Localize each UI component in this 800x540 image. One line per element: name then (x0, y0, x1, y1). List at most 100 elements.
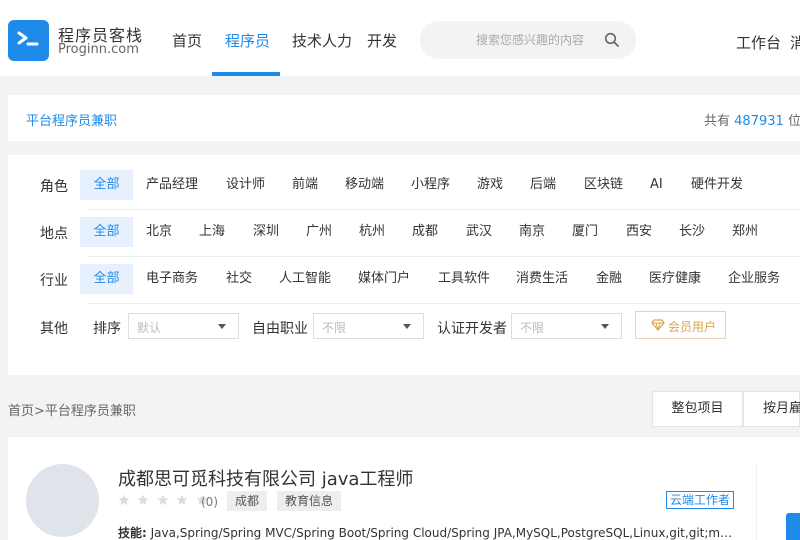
search-icon[interactable] (604, 32, 620, 48)
messages-link[interactable]: 消 (790, 32, 800, 53)
rating-count: (0) (201, 495, 218, 509)
chevron-down-icon (601, 324, 609, 329)
role-option-frontend[interactable]: 前端 (286, 170, 324, 200)
industry-option-tools[interactable]: 工具软件 (432, 264, 496, 294)
industry-option-healthcare[interactable]: 医疗健康 (643, 264, 707, 294)
filter-row-industry: 行业 全部 电子商务 社交 人工智能 媒体门户 工具软件 消费生活 金融 医疗健… (8, 256, 800, 302)
filter-row-location: 地点 全部 北京 上海 深圳 广州 杭州 成都 武汉 南京 厦门 西安 长沙 郑… (8, 209, 800, 255)
breadcrumb-home[interactable]: 首页 (8, 404, 34, 419)
breadcrumb-separator: > (34, 404, 45, 419)
role-option-ai[interactable]: AI (644, 170, 669, 200)
breadcrumb: 首页>平台程序员兼职 (8, 400, 136, 419)
filter-label-other: 其他 (40, 321, 68, 337)
location-option-xian[interactable]: 西安 (620, 217, 658, 247)
role-option-all[interactable]: 全部 (80, 170, 133, 200)
location-option-shenzhen[interactable]: 深圳 (247, 217, 285, 247)
location-option-xiamen[interactable]: 厦门 (566, 217, 604, 247)
role-option-game[interactable]: 游戏 (471, 170, 509, 200)
location-option-shanghai[interactable]: 上海 (193, 217, 231, 247)
chevron-down-icon (403, 324, 411, 329)
tab-package-project[interactable]: 整包项目 (652, 391, 743, 427)
industry-option-ai[interactable]: 人工智能 (273, 264, 337, 294)
star-icon (118, 494, 130, 505)
location-option-beijing[interactable]: 北京 (140, 217, 178, 247)
tab-monthly-hire[interactable]: 按月雇 (743, 391, 800, 427)
role-option-pm[interactable]: 产品经理 (140, 170, 204, 200)
total-suffix: 位 (787, 114, 800, 129)
cloud-worker-badge: 云端工作者 (666, 491, 735, 509)
filter-row-role: 角色 全部 产品经理 设计师 前端 移动端 小程序 游戏 后端 区块链 AI 硬… (8, 162, 800, 208)
location-option-chengdu[interactable]: 成都 (406, 217, 444, 247)
location-option-wuhan[interactable]: 武汉 (460, 217, 498, 247)
sort-label: 排序 (93, 321, 121, 337)
industry-option-media[interactable]: 媒体门户 (352, 264, 416, 294)
certified-select[interactable]: 不限 (511, 313, 622, 339)
freelance-select-value: 不限 (322, 321, 347, 335)
rating-stars (118, 494, 211, 508)
star-icon (137, 494, 149, 505)
location-tag: 成都 (227, 491, 268, 511)
top-header: 程序员客栈 Proginn.com 首页 程序员 技术人力 开发 工作台 消 (0, 0, 800, 76)
industry-option-all[interactable]: 全部 (80, 264, 133, 294)
star-icon (176, 494, 188, 505)
role-option-designer[interactable]: 设计师 (220, 170, 271, 200)
filter-label-location: 地点 (40, 226, 68, 242)
chevron-down-icon (218, 324, 226, 329)
vip-filter-button[interactable]: 会员用户 (635, 311, 726, 339)
filter-label-industry: 行业 (40, 273, 68, 289)
role-option-blockchain[interactable]: 区块链 (578, 170, 629, 200)
freelance-label: 自由职业 (252, 321, 308, 337)
card-divider (756, 465, 757, 540)
search-bar[interactable] (420, 21, 636, 59)
location-option-all[interactable]: 全部 (80, 217, 133, 247)
contact-button[interactable] (786, 513, 800, 540)
breadcrumb-current[interactable]: 平台程序员兼职 (45, 404, 136, 419)
location-option-guangzhou[interactable]: 广州 (300, 217, 338, 247)
section-title-bar: 平台程序员兼职 共有 487931 位 (8, 95, 800, 141)
location-option-changsha[interactable]: 长沙 (673, 217, 711, 247)
search-input[interactable] (450, 31, 610, 49)
workbench-link[interactable]: 工作台 (736, 32, 781, 53)
location-option-zhengzhou[interactable]: 郑州 (726, 217, 764, 247)
location-option-hangzhou[interactable]: 杭州 (353, 217, 391, 247)
location-option-nanjing[interactable]: 南京 (513, 217, 551, 247)
skills-line: 技能: Java,Spring/Spring MVC/Spring Boot/S… (118, 524, 738, 540)
sort-select-value: 默认 (137, 321, 162, 335)
total-count: 487931 (734, 114, 784, 129)
nav-development[interactable]: 开发 (367, 30, 397, 51)
nav-programmers[interactable]: 程序员 (225, 30, 270, 51)
nav-tech-staffing[interactable]: 技术人力 (292, 30, 352, 51)
total-count-text: 共有 487931 位 (704, 110, 800, 129)
developer-title[interactable]: 成都思可觅科技有限公司 java工程师 (118, 465, 413, 491)
proginn-logo-icon[interactable] (8, 20, 49, 61)
filter-divider (88, 303, 800, 304)
certified-label: 认证开发者 (437, 321, 507, 337)
avatar[interactable] (26, 464, 99, 537)
nav-active-indicator (212, 72, 280, 76)
total-prefix: 共有 (704, 114, 731, 129)
industry-option-enterprise[interactable]: 企业服务 (722, 264, 786, 294)
industry-option-ecommerce[interactable]: 电子商务 (140, 264, 204, 294)
brand-domain: Proginn.com (58, 42, 139, 57)
industry-option-social[interactable]: 社交 (220, 264, 258, 294)
diamond-icon (651, 319, 665, 331)
vip-filter-label: 会员用户 (668, 320, 717, 334)
star-icon (157, 494, 169, 505)
role-option-mobile[interactable]: 移动端 (339, 170, 390, 200)
skills-label: 技能: (118, 526, 147, 540)
filter-label-role: 角色 (40, 179, 68, 195)
industry-option-consumer[interactable]: 消费生活 (510, 264, 574, 294)
filter-row-other: 其他 排序 默认 自由职业 不限 认证开发者 不限 会员用户 (8, 309, 800, 355)
section-title: 平台程序员兼职 (26, 114, 118, 129)
developer-card[interactable]: 成都思可觅科技有限公司 java工程师 (0) 成都 教育信息 云端工作者 技能… (8, 437, 800, 540)
freelance-select[interactable]: 不限 (313, 313, 424, 339)
role-option-backend[interactable]: 后端 (524, 170, 562, 200)
filter-panel: 角色 全部 产品经理 设计师 前端 移动端 小程序 游戏 后端 区块链 AI 硬… (8, 155, 800, 375)
industry-tag: 教育信息 (277, 491, 342, 511)
industry-option-finance[interactable]: 金融 (590, 264, 628, 294)
sort-select[interactable]: 默认 (128, 313, 239, 339)
skills-value: Java,Spring/Spring MVC/Spring Boot/Sprin… (150, 526, 738, 540)
nav-home[interactable]: 首页 (172, 30, 202, 51)
role-option-hardware[interactable]: 硬件开发 (685, 170, 749, 200)
role-option-miniprogram[interactable]: 小程序 (405, 170, 456, 200)
